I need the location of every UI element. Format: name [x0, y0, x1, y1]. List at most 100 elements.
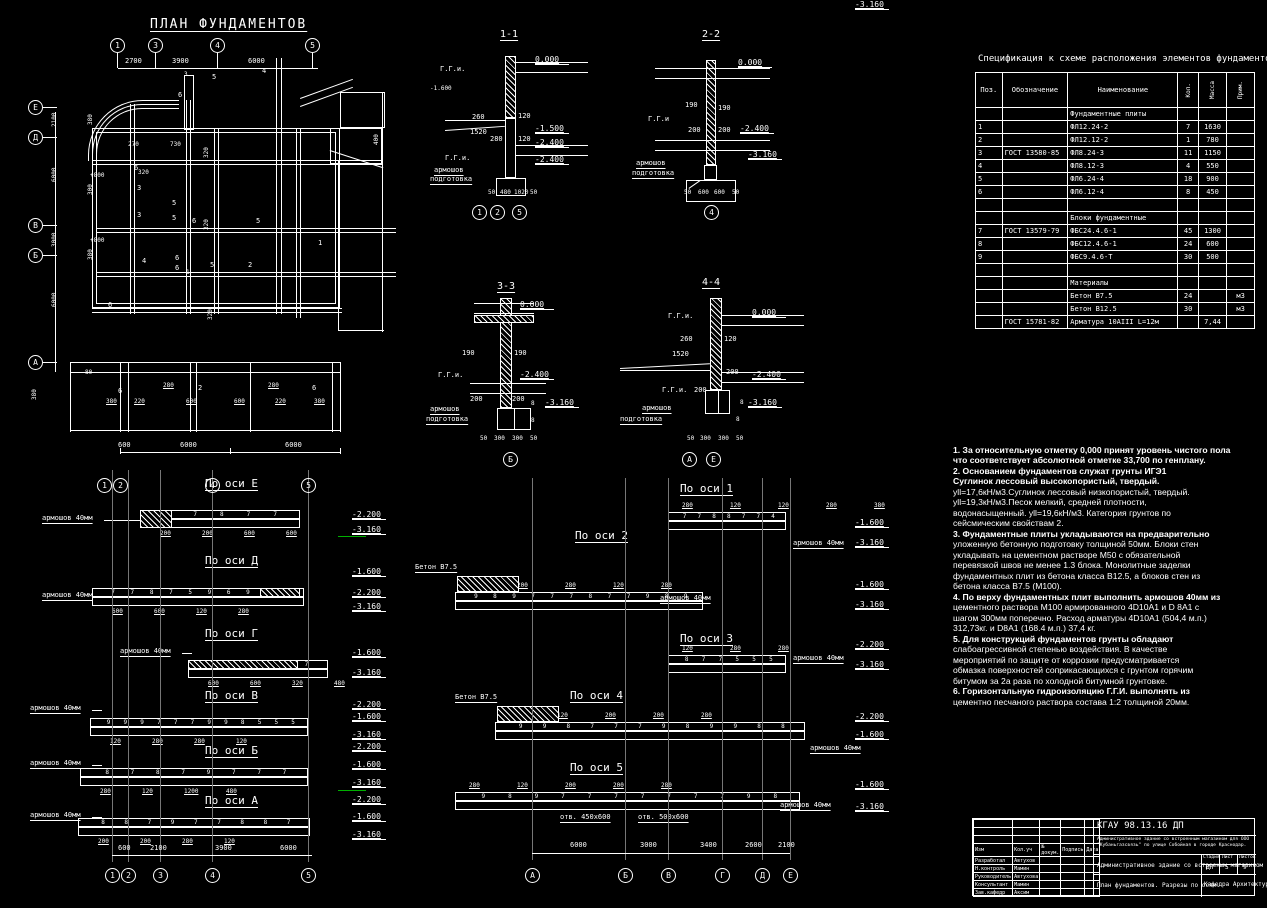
spec-header-text: Прим. — [1237, 80, 1245, 100]
plan-left-axis-Д: Д — [28, 130, 43, 145]
plan-left-axis-А: А — [28, 355, 43, 370]
foundation-course — [188, 669, 328, 678]
rev-cell — [972, 827, 1014, 836]
axis-view-title: По оси 5 — [570, 761, 623, 774]
spec-cell — [1197, 289, 1228, 303]
axis-view-title: По оси 1 — [680, 482, 733, 495]
spec-cell — [1197, 211, 1228, 225]
dim-line — [532, 853, 790, 854]
spec-cell: 30 — [1177, 250, 1199, 264]
axis-line — [668, 478, 669, 860]
plan-left-dim: 2100 — [51, 112, 58, 127]
spec-cell: 3 — [975, 146, 1003, 160]
spec-row: Бетон В7.5 24 м3 — [975, 289, 1255, 303]
spec-cell — [1226, 250, 1255, 264]
block-mark: 5 — [735, 656, 740, 663]
role-date — [1060, 888, 1086, 897]
block-mark: 7 — [697, 513, 702, 520]
spec-cell — [1197, 302, 1228, 316]
block-mark: 7 — [273, 511, 277, 518]
plan-top-axis-4: 4 — [210, 38, 225, 53]
sec4-axis: Е — [706, 452, 721, 467]
concrete-label: Бетон В7.5 — [415, 563, 458, 571]
block-mark: 5 — [257, 719, 262, 726]
spec-cell: Блоки фундаментные — [1067, 211, 1179, 225]
block-mark: 8 — [684, 656, 689, 663]
left-view-top-axis-1: 1 — [97, 478, 112, 493]
right-view-dim: 6000 — [570, 841, 587, 849]
view-dim: 200 — [160, 530, 171, 537]
specification-table: Поз. Обозначение Наименование Кол. Масса Прим… — [975, 72, 1255, 329]
spec-cell — [1226, 185, 1255, 199]
revision-table: ИзмКол.уч№ докум.ПодписьДатаРазработалАв… — [972, 819, 1101, 897]
foundation-course — [455, 801, 800, 810]
plan-bottom-dim: 6000 — [285, 441, 302, 449]
spec-cell: 11 — [1177, 146, 1199, 160]
right-view-dim: 2100 — [778, 841, 795, 849]
spec-row: 9 ФБС9.4.6-Т 30 500 — [975, 250, 1255, 264]
block-mark: 7 — [194, 819, 198, 826]
spec-cell: 5 — [975, 172, 1003, 186]
armoshov-label: армошов 40мм — [42, 591, 93, 599]
spec-cell: 2 — [975, 133, 1003, 147]
spec-cell: 30 — [1177, 302, 1199, 316]
right-view-dim: 3400 — [700, 841, 717, 849]
block-mark: 9 — [534, 793, 539, 800]
spec-cell: ФЛ6.12-4 — [1067, 185, 1179, 199]
block-mark: 9 — [123, 719, 128, 726]
right-view-axis-Е: Е — [783, 868, 798, 883]
axis-line — [762, 478, 763, 860]
spec-header-row: Поз. Обозначение Наименование Кол. Масса Прим… — [975, 72, 1255, 108]
armoshov-label: армошов 40мм — [793, 654, 844, 662]
spec-cell — [1226, 146, 1255, 160]
plan-bottom-dim: 6000 — [180, 441, 197, 449]
view-dim: 1200 — [184, 788, 199, 795]
spec-cell: ФЛ6.24-4 — [1067, 172, 1179, 186]
plan-top-axis-5: 5 — [305, 38, 320, 53]
view-dim: 200 — [565, 782, 576, 789]
spec-cell: Фундаментные плиты — [1067, 107, 1179, 121]
spec-row: 5 ФЛ6.24-4 18 900 — [975, 172, 1255, 186]
rev-blank-row — [972, 835, 1101, 844]
role-sign — [1039, 872, 1062, 881]
rev-header-cell: Кол.уч — [1012, 843, 1041, 857]
rev-cell — [1039, 835, 1062, 844]
note-line: водонасыщенный. уll=19,6кН/м3. Категория… — [953, 507, 1171, 518]
view-dim: 600 — [208, 680, 219, 687]
spec-cell: 7,44 — [1197, 315, 1228, 329]
block-mark: 7 — [693, 793, 698, 800]
elevation-mark: -3.160 — [352, 602, 386, 612]
sheet-label: Лист — [1222, 855, 1234, 860]
note-line: бетона класса В7.5 (М100). — [953, 581, 1062, 592]
spec-cell — [1226, 224, 1255, 238]
rev-cell — [972, 835, 1014, 844]
left-view-dim: 600 — [118, 844, 131, 852]
elevation-mark: -1.600 — [855, 730, 889, 740]
spec-cell: Арматура 10АIII L=12м — [1067, 315, 1179, 329]
view-dim: 600 — [286, 530, 297, 537]
block-mark: 7 — [682, 513, 687, 520]
spec-cell: м3 — [1226, 302, 1255, 316]
spec-cell: Бетон В12.5 — [1067, 302, 1179, 316]
spec-header-cell: Масса — [1197, 72, 1228, 108]
spec-cell: 1 — [975, 120, 1003, 134]
left-view-dim: 3900 — [215, 844, 232, 852]
role-row: Зав.кафедр Аксим — [972, 888, 1101, 897]
block-mark: 7 — [232, 769, 236, 776]
spec-cell — [1001, 211, 1069, 225]
view-dim: 280 — [661, 582, 672, 589]
role-name: Автухова — [1012, 872, 1041, 881]
section-title: 2-2 — [702, 29, 721, 40]
spec-row: 1 ФЛ12.24-2 7 1630 — [975, 120, 1255, 134]
spec-cell — [1001, 276, 1069, 290]
spec-header-cell: Прим. — [1226, 72, 1255, 108]
rev-header-cell: № докум. — [1039, 843, 1062, 857]
elevation-mark: -3.160 — [352, 668, 386, 678]
view-dim: 120 — [682, 645, 693, 652]
spec-header-cell: Кол. — [1177, 72, 1199, 108]
left-view-dim: 2100 — [150, 844, 167, 852]
spec-cell — [1001, 250, 1069, 264]
block-mark: 5 — [752, 656, 756, 663]
block-mark: 9 — [140, 719, 144, 726]
concrete-label: Бетон В7.5 — [455, 693, 498, 701]
